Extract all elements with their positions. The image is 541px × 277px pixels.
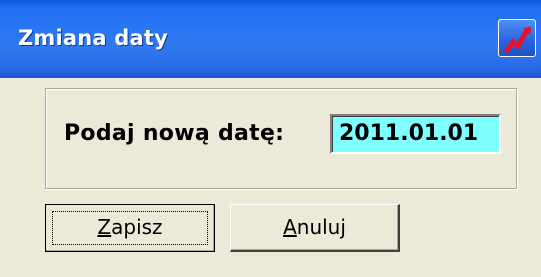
- title-bar[interactable]: Zmiana daty: [0, 0, 541, 78]
- cancel-button-label: Anuluj: [283, 215, 346, 239]
- save-button-label: Zapisz: [97, 215, 163, 239]
- titlebar-app-button[interactable]: [498, 19, 536, 57]
- window-title: Zmiana daty: [18, 26, 169, 50]
- date-input[interactable]: 2011.01.01: [330, 114, 501, 154]
- cancel-button[interactable]: Anuluj: [230, 204, 400, 252]
- new-date-label: Podaj nową datę:: [64, 121, 285, 146]
- dialog-content: Podaj nową datę: 2011.01.01 Zapisz Anulu…: [0, 78, 541, 277]
- save-button[interactable]: Zapisz: [45, 204, 215, 252]
- dialog-window: Zmiana daty Podaj nową datę: 2011.01.01 …: [0, 0, 541, 277]
- red-zigzag-icon: [503, 26, 532, 54]
